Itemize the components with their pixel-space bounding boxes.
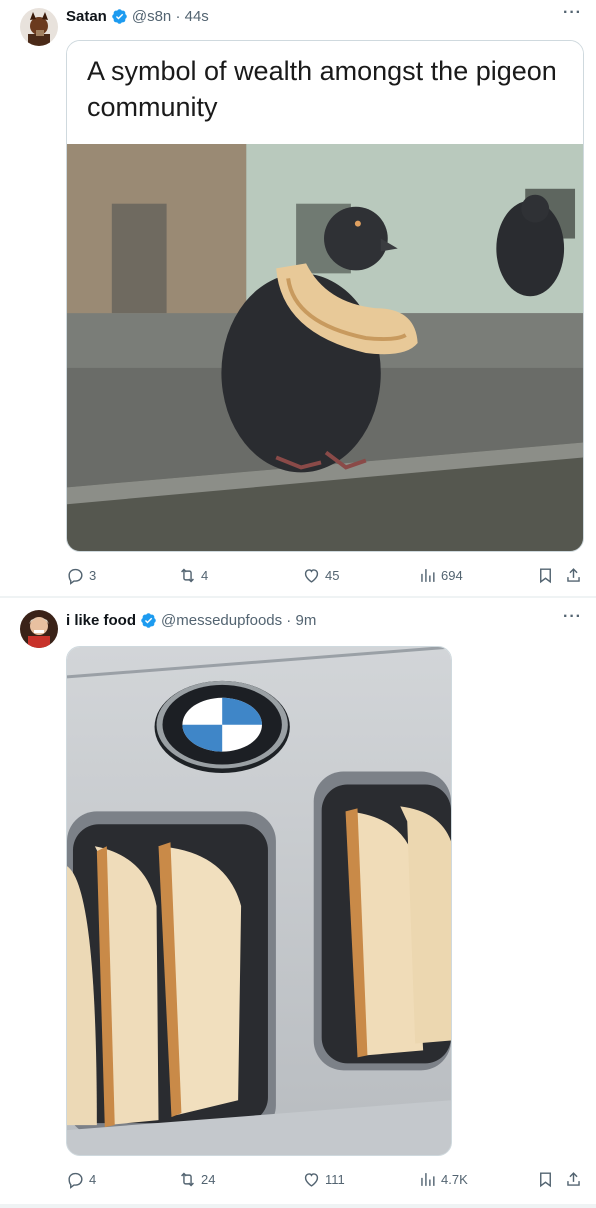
post-satan[interactable]: Satan @s8n · 44s ··· A symbol of wealth … bbox=[0, 0, 596, 596]
views-button[interactable]: 694 bbox=[418, 565, 463, 585]
repost-count: 4 bbox=[201, 567, 209, 583]
reply-button[interactable]: 4 bbox=[66, 1169, 96, 1189]
like-button[interactable]: 45 bbox=[302, 565, 339, 585]
bmw-grille-bread-photo bbox=[67, 647, 451, 1155]
post-header: Satan @s8n · 44s bbox=[66, 6, 209, 26]
avatar-food-image bbox=[20, 610, 58, 648]
views-count: 4.7K bbox=[441, 1171, 468, 1187]
avatar[interactable] bbox=[20, 610, 58, 648]
views-button[interactable]: 4.7K bbox=[418, 1169, 468, 1189]
repost-button[interactable]: 4 bbox=[178, 565, 208, 585]
like-button[interactable]: 111 bbox=[302, 1169, 345, 1189]
heart-icon bbox=[304, 1172, 319, 1187]
post-header: i like food @messedupfoods · 9m bbox=[66, 610, 316, 630]
avatar-satan-image bbox=[20, 8, 58, 46]
bookmark-button[interactable] bbox=[536, 1169, 555, 1189]
views-icon bbox=[421, 568, 435, 582]
share-button[interactable] bbox=[564, 565, 583, 585]
post-actions: 3 4 45 694 bbox=[66, 565, 586, 585]
meme-caption: A symbol of wealth amongst the pigeon co… bbox=[67, 41, 583, 144]
share-icon bbox=[567, 567, 580, 582]
like-count: 111 bbox=[325, 1171, 345, 1187]
reply-icon bbox=[68, 1172, 83, 1189]
views-icon bbox=[421, 1172, 435, 1186]
like-count: 45 bbox=[325, 567, 340, 583]
author-name[interactable]: i like food bbox=[66, 612, 136, 629]
reply-count: 4 bbox=[89, 1171, 97, 1187]
reply-count: 3 bbox=[89, 567, 97, 583]
post-separator bbox=[0, 1204, 596, 1208]
post-media[interactable]: A symbol of wealth amongst the pigeon co… bbox=[66, 40, 584, 552]
author-name[interactable]: Satan bbox=[66, 8, 107, 25]
share-button[interactable] bbox=[564, 1169, 583, 1189]
repost-button[interactable]: 24 bbox=[178, 1169, 215, 1189]
repost-icon bbox=[181, 1172, 194, 1186]
avatar[interactable] bbox=[20, 8, 58, 46]
post-actions: 4 24 111 4.7K bbox=[66, 1169, 586, 1189]
verified-badge-icon bbox=[140, 612, 157, 629]
verified-badge-icon bbox=[111, 8, 128, 25]
repost-count: 24 bbox=[201, 1171, 216, 1187]
bookmark-button[interactable] bbox=[536, 565, 555, 585]
pigeon-bread-photo bbox=[67, 144, 583, 551]
repost-icon bbox=[181, 568, 194, 582]
post-media[interactable] bbox=[66, 646, 452, 1156]
share-icon bbox=[567, 1171, 580, 1186]
more-options-button[interactable]: ··· bbox=[563, 608, 582, 626]
reply-icon bbox=[68, 568, 83, 585]
more-options-button[interactable]: ··· bbox=[563, 4, 582, 22]
handle-and-time[interactable]: @messedupfoods · 9m bbox=[161, 612, 316, 629]
post-i-like-food[interactable]: i like food @messedupfoods · 9m ··· 4 24… bbox=[0, 598, 596, 1204]
bookmark-icon bbox=[540, 567, 551, 583]
reply-button[interactable]: 3 bbox=[66, 565, 96, 585]
handle-and-time[interactable]: @s8n · 44s bbox=[132, 8, 209, 25]
views-count: 694 bbox=[441, 567, 463, 583]
bookmark-icon bbox=[540, 1171, 551, 1187]
heart-icon bbox=[304, 568, 319, 583]
